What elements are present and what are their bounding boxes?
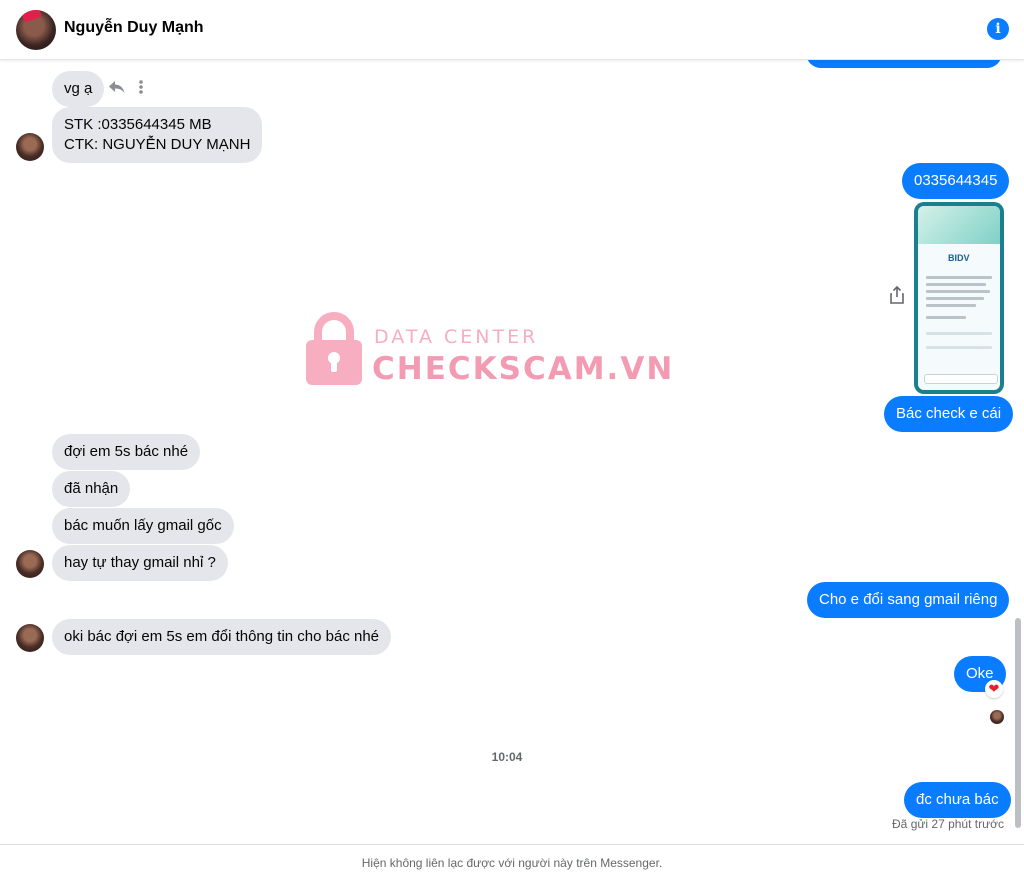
message-line: STK :0335644345 MB xyxy=(64,116,212,133)
message-bubble-outgoing[interactable]: Cho e đổi sang gmail riêng xyxy=(807,582,1010,618)
message-bubble-outgoing[interactable]: đc chưa bác xyxy=(904,782,1011,818)
attachment-banner xyxy=(918,206,1000,244)
message-bubble-incoming[interactable]: STK :0335644345 MB CTK: NGUYỄN DUY MẠNH xyxy=(52,107,263,163)
conversation-header: Nguyễn Duy Mạnh i xyxy=(0,0,1024,60)
contact-name[interactable]: Nguyễn Duy Mạnh xyxy=(64,19,204,37)
attachment-screen: BIDV xyxy=(918,206,1000,390)
watermark: DATA CENTER CHECKSCAM.VN xyxy=(304,310,672,390)
reply-icon[interactable] xyxy=(108,79,126,95)
attachment-text-line xyxy=(926,290,990,293)
message-bubble-incoming[interactable]: bác muốn lấy gmail gốc xyxy=(52,508,234,544)
message-bubble-incoming[interactable]: oki bác đợi em 5s em đổi thông tin cho b… xyxy=(52,619,392,655)
attachment-text-line xyxy=(926,276,992,279)
timestamp: 10:04 xyxy=(491,750,523,764)
sent-status: Đã gửi 27 phút trước xyxy=(892,817,1004,831)
message-bubble-incoming[interactable]: vg ạ xyxy=(52,71,105,107)
contact-avatar[interactable] xyxy=(16,10,56,50)
attachment-text-line xyxy=(926,304,976,307)
watermark-line2: CHECKSCAM.VN xyxy=(372,351,675,387)
share-icon[interactable] xyxy=(889,286,905,304)
seen-avatar xyxy=(990,710,1004,724)
attachment-button xyxy=(924,374,998,384)
sender-avatar[interactable] xyxy=(16,550,44,578)
message-bubble-incoming[interactable]: hay tự thay gmail nhỉ ? xyxy=(52,545,228,581)
info-icon[interactable]: i xyxy=(987,18,1009,40)
attachment-text-line xyxy=(926,316,966,319)
lock-icon xyxy=(304,310,364,386)
attachment-text-line xyxy=(926,283,986,286)
attachment-text-line xyxy=(926,346,992,349)
scrollbar-thumb[interactable] xyxy=(1015,618,1021,828)
bank-logo: BIDV xyxy=(948,253,970,263)
watermark-line1: DATA CENTER xyxy=(374,326,539,348)
message-list[interactable]: vg ạ STK :0335644345 MB CTK: NGUYỄN DUY … xyxy=(0,60,1024,844)
message-bubble-outgoing[interactable]: Bác check e cái xyxy=(884,396,1014,432)
heart-icon[interactable]: ❤ xyxy=(985,680,1003,698)
message-bubble-outgoing[interactable]: 0335644345 xyxy=(902,163,1010,199)
message-bubble-incoming[interactable]: đã nhận xyxy=(52,471,131,507)
more-icon[interactable] xyxy=(138,79,144,95)
message-bubble-partial xyxy=(806,60,1002,68)
attachment-text-line xyxy=(926,297,984,300)
composer-notice: Hiện không liên lạc được với người này t… xyxy=(0,844,1024,874)
sender-avatar[interactable] xyxy=(16,133,44,161)
sender-avatar[interactable] xyxy=(16,624,44,652)
image-attachment[interactable]: BIDV xyxy=(914,202,1004,394)
message-bubble-incoming[interactable]: đợi em 5s bác nhé xyxy=(52,434,201,470)
message-line: CTK: NGUYỄN DUY MẠNH xyxy=(64,136,251,153)
attachment-text-line xyxy=(926,332,992,335)
